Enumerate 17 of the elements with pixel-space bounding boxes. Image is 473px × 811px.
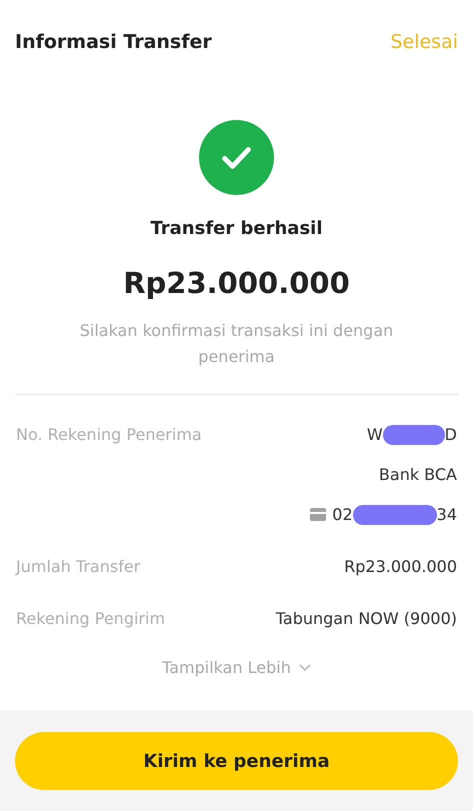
recipient-name: D <box>444 424 457 446</box>
field-value: Tabungan NOW (9000) <box>276 608 457 630</box>
account-number: 02 <box>332 504 353 526</box>
page-title: Informasi Transfer <box>15 30 212 55</box>
field-label: Rekening Pengirim <box>16 608 166 630</box>
field-label: No. Rekening Penerima <box>16 424 202 446</box>
bank-name: Bank BCA <box>378 464 457 486</box>
recipient-name: W <box>366 424 383 446</box>
status-note: Silakan konfirmasi transaksi ini dengan penerima <box>78 320 394 368</box>
transfer-amount: Rp23.000.000 <box>123 265 350 302</box>
account-number: 34 <box>436 504 457 526</box>
send-button[interactable]: Kirim ke penerima <box>15 732 458 790</box>
done-link[interactable]: Selesai <box>390 28 458 56</box>
field-value: Rp23.000.000 <box>344 556 457 578</box>
show-more-button[interactable]: Tampilkan Lebih <box>156 654 317 680</box>
status-title: Transfer berhasil <box>150 217 323 241</box>
field-label: Jumlah Transfer <box>16 556 140 578</box>
